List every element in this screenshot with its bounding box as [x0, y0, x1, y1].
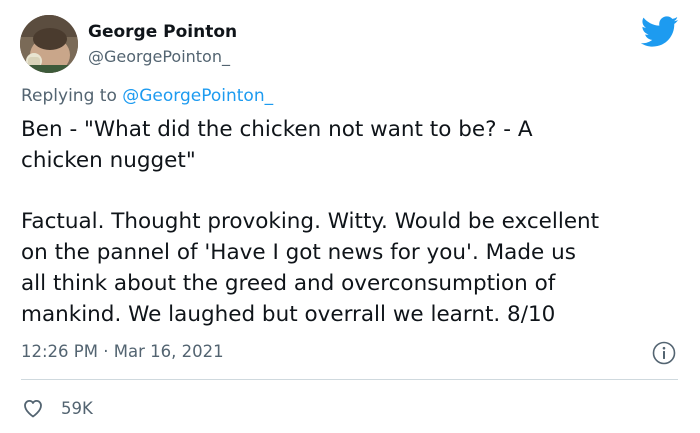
author-handle[interactable]: @GeorgePointon_: [88, 47, 230, 66]
like-button[interactable]: 59K: [21, 395, 93, 421]
avatar-photo: [20, 15, 78, 73]
tweet-text-line: all think about the greed and overconsum…: [21, 270, 556, 296]
replying-to-mention[interactable]: @GeorgePointon_: [122, 86, 273, 106]
divider: [21, 379, 678, 380]
replying-to: Replying to @GeorgePointon_: [21, 86, 273, 106]
twitter-bird-icon[interactable]: [641, 16, 679, 48]
tweet-card: George Pointon @GeorgePointon_ Replying …: [0, 0, 700, 433]
tweet-timestamp[interactable]: 12:26 PM · Mar 16, 2021: [21, 342, 224, 361]
avatar[interactable]: [20, 15, 78, 73]
tweet-text-line: Ben - "What did the chicken not want to …: [21, 117, 533, 142]
tweet-text-line: chicken nugget": [21, 147, 196, 173]
tweet-text: Ben - "What did the chicken not want to …: [21, 115, 689, 331]
info-icon[interactable]: [652, 341, 676, 365]
replying-to-prefix: Replying to: [21, 86, 123, 106]
like-count: 59K: [61, 398, 93, 418]
author-display-name[interactable]: George Pointon: [88, 22, 237, 42]
tweet-text-line: on the pannel of 'Have I got news for yo…: [21, 240, 576, 266]
heart-icon: [24, 400, 42, 418]
tweet-text-line: mankind. We laughed but overrall we lear…: [21, 301, 556, 327]
tweet-text-line: Factual. Thought provoking. Witty. Would…: [21, 209, 600, 235]
